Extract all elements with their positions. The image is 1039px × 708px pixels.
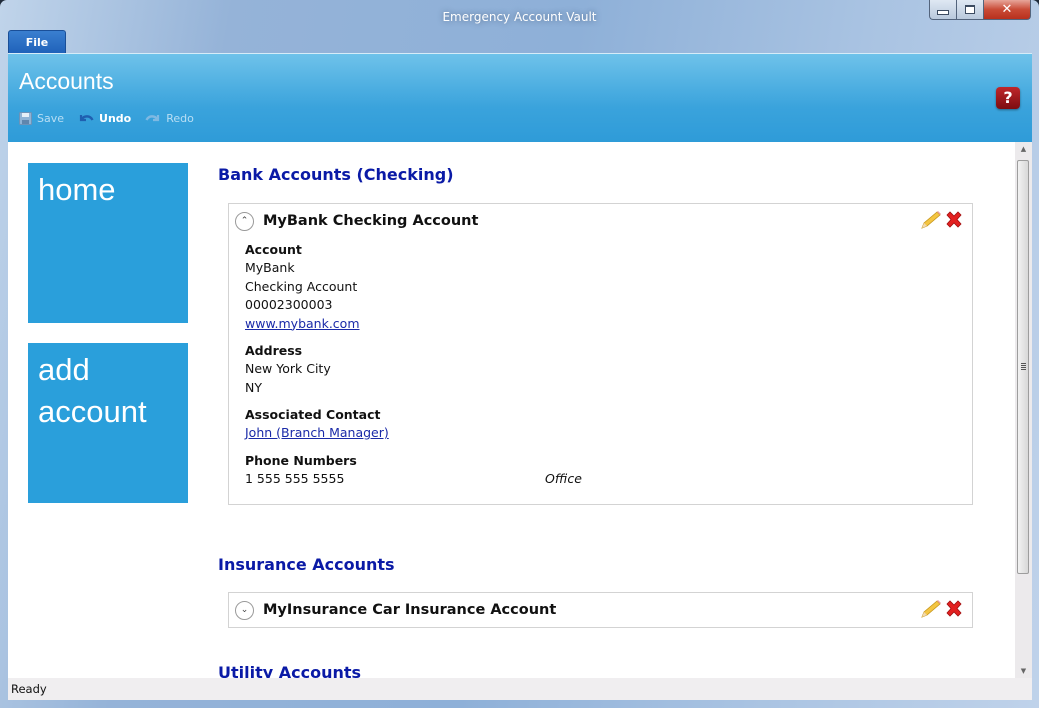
address-line: New York City bbox=[245, 361, 331, 376]
section-heading-utility: Utility Accounts bbox=[218, 663, 362, 678]
vertical-scrollbar[interactable]: ▲ ▼ bbox=[1015, 142, 1032, 678]
save-label: Save bbox=[37, 112, 65, 125]
phone-row: 1 555 555 5555 Office bbox=[245, 470, 972, 488]
close-button[interactable]: ✕ bbox=[983, 0, 1031, 20]
grip-icon bbox=[1021, 363, 1026, 371]
address-line: NY bbox=[245, 379, 262, 395]
account-label: Account bbox=[245, 242, 302, 257]
ribbon: Accounts Save Undo Redo ? bbox=[8, 53, 1032, 143]
card-header: ⌄ MyInsurance Car Insurance Account bbox=[229, 593, 972, 627]
delete-icon[interactable] bbox=[944, 599, 964, 619]
minimize-icon bbox=[937, 10, 949, 15]
account-line: MyBank bbox=[245, 260, 295, 275]
undo-label: Undo bbox=[99, 112, 132, 125]
phone-number: 1 555 555 5555 bbox=[245, 470, 345, 486]
maximize-icon bbox=[965, 5, 975, 14]
account-website-link[interactable]: www.mybank.com bbox=[245, 316, 360, 331]
save-icon bbox=[19, 112, 32, 125]
card-header: ⌃ MyBank Checking Account bbox=[229, 204, 972, 238]
account-line: Checking Account bbox=[245, 278, 358, 294]
contact-link[interactable]: John (Branch Manager) bbox=[245, 425, 389, 440]
section-heading-bank: Bank Accounts (Checking) bbox=[218, 165, 454, 184]
redo-label: Redo bbox=[166, 112, 194, 125]
maximize-button[interactable] bbox=[956, 0, 983, 20]
scrollbar-thumb[interactable] bbox=[1017, 160, 1029, 574]
edit-icon[interactable] bbox=[920, 599, 942, 619]
collapse-toggle[interactable]: ⌃ bbox=[235, 211, 254, 231]
page-title: Accounts bbox=[19, 68, 114, 94]
card-title: MyInsurance Car Insurance Account bbox=[263, 602, 557, 618]
card-actions bbox=[920, 599, 964, 619]
main-content: home add account Bank Accounts (Checking… bbox=[8, 142, 1032, 678]
add-account-tile[interactable]: add account bbox=[28, 343, 188, 503]
status-text: Ready bbox=[11, 682, 47, 696]
section-heading-insurance: Insurance Accounts bbox=[218, 555, 395, 574]
edit-icon[interactable] bbox=[920, 210, 942, 230]
scroll-up-arrow-icon[interactable]: ▲ bbox=[1015, 145, 1032, 153]
toolbar: Save Undo Redo bbox=[19, 112, 194, 125]
close-icon: ✕ bbox=[1001, 2, 1013, 17]
account-card: ⌄ MyInsurance Car Insurance Account bbox=[228, 592, 973, 628]
chevron-up-icon: ⌃ bbox=[240, 216, 249, 226]
card-title: MyBank Checking Account bbox=[263, 213, 479, 229]
file-menu-tab[interactable]: File bbox=[8, 30, 66, 55]
help-icon: ? bbox=[1003, 88, 1013, 107]
save-button[interactable]: Save bbox=[19, 112, 64, 125]
app-window: Emergency Account Vault ✕ File Accounts … bbox=[0, 0, 1039, 708]
card-details: Account MyBank Checking Account 00002300… bbox=[229, 238, 972, 504]
delete-icon[interactable] bbox=[944, 210, 964, 230]
redo-button[interactable]: Redo bbox=[145, 112, 194, 125]
expand-toggle[interactable]: ⌄ bbox=[235, 600, 254, 620]
window-controls: ✕ bbox=[929, 0, 1031, 20]
home-tile[interactable]: home bbox=[28, 163, 188, 323]
window-title: Emergency Account Vault bbox=[442, 10, 597, 24]
address-label: Address bbox=[245, 343, 303, 358]
phones-label: Phone Numbers bbox=[245, 452, 357, 468]
undo-button[interactable]: Undo bbox=[78, 112, 131, 125]
minimize-button[interactable] bbox=[929, 0, 956, 20]
card-actions bbox=[920, 210, 964, 230]
phone-type: Office bbox=[545, 470, 582, 486]
account-line: 00002300003 bbox=[245, 297, 333, 312]
redo-icon bbox=[145, 114, 160, 121]
contact-label: Associated Contact bbox=[245, 407, 381, 422]
status-bar: Ready bbox=[8, 678, 1032, 700]
scroll-down-arrow-icon[interactable]: ▼ bbox=[1015, 667, 1032, 675]
help-button[interactable]: ? bbox=[996, 87, 1020, 109]
account-card: ⌃ MyBank Checking Account Account MyBank… bbox=[228, 203, 973, 505]
undo-icon bbox=[79, 114, 94, 121]
chevron-down-icon: ⌄ bbox=[240, 605, 249, 615]
